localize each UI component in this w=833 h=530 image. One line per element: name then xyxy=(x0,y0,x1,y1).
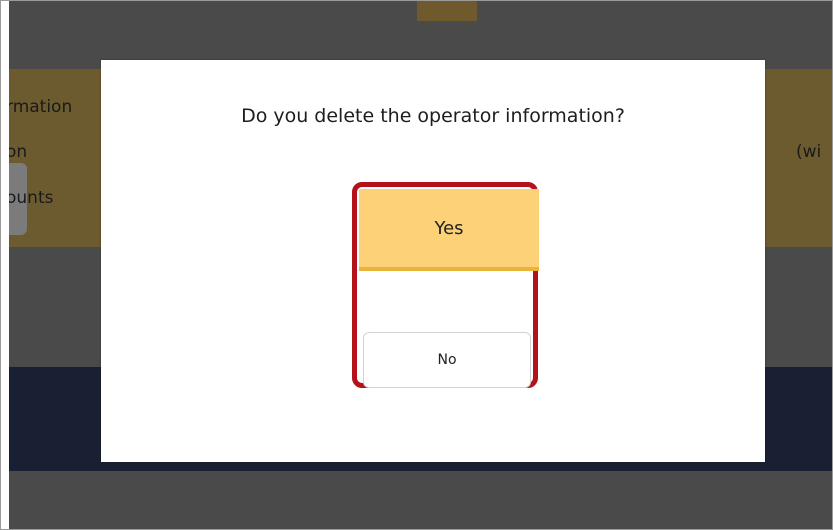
background-top-tab xyxy=(417,1,477,21)
screenshot-frame: rmation on ounts (wi Do you delete the o… xyxy=(0,0,833,530)
no-button[interactable]: No xyxy=(363,332,531,388)
background-text-accounts: ounts xyxy=(9,188,54,208)
background-text-right: (wi xyxy=(796,142,822,162)
yes-button[interactable]: Yes xyxy=(359,189,539,271)
dialog-message: Do you delete the operator information? xyxy=(241,105,625,127)
background-text-on: on xyxy=(9,142,28,162)
background-text-information: rmation xyxy=(9,97,73,117)
